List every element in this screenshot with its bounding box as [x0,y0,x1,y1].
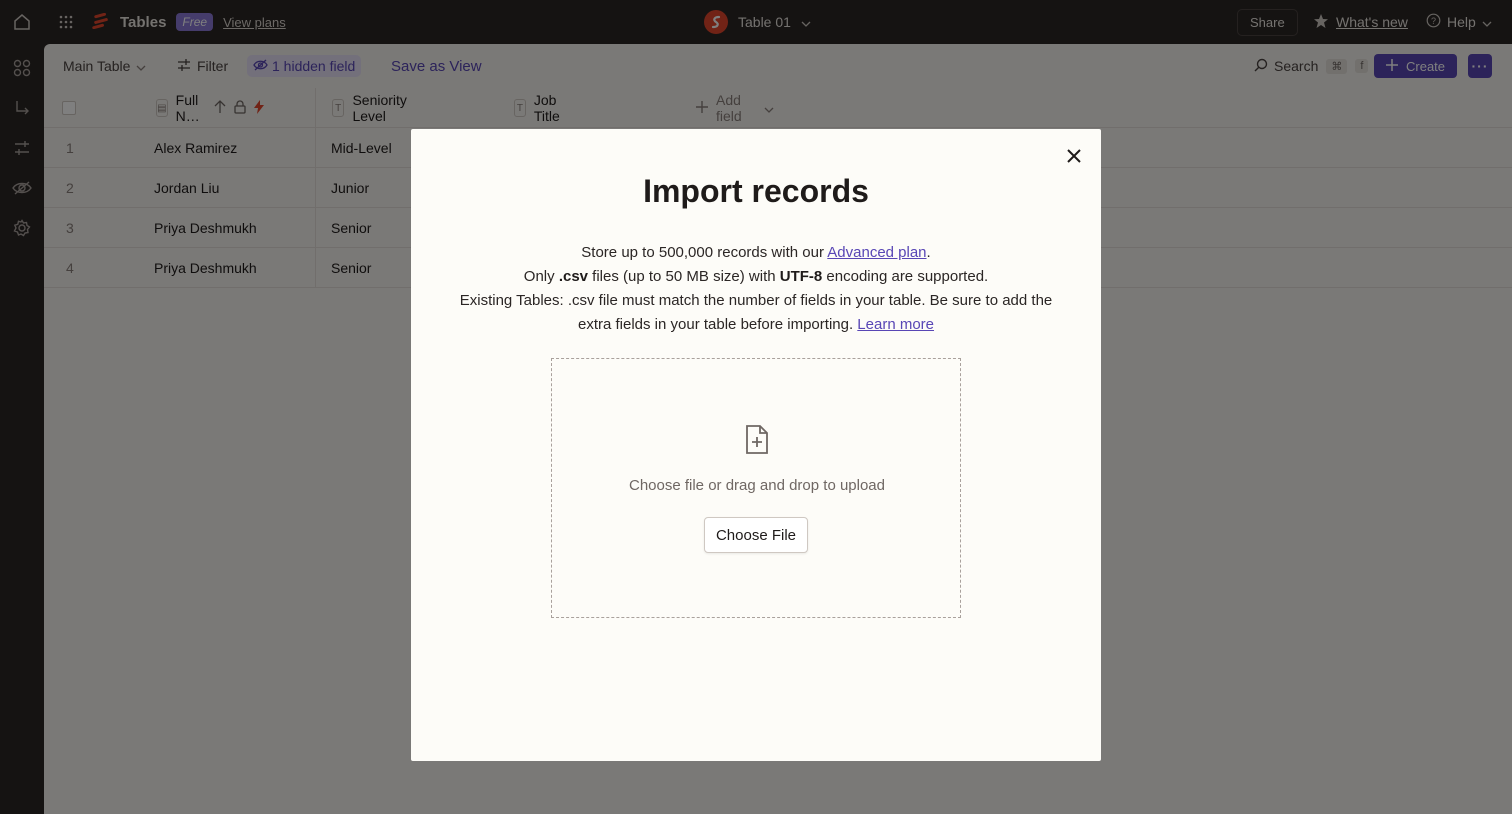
file-dropzone[interactable]: Choose file or drag and drop to upload C… [551,358,961,618]
description-text: Only [523,268,559,285]
import-records-dialog: Import records Store up to 500,000 recor… [411,129,1101,761]
description-text: Existing Tables: .csv file must match th… [459,292,1053,333]
encoding-text: UTF-8 [779,268,823,285]
description-text: encoding are supported. [822,268,989,285]
csv-format-text: .csv [558,268,589,285]
file-add-icon [742,423,772,457]
description-text: Store up to 500,000 records with our [581,244,828,261]
description-text: . [926,244,931,261]
advanced-plan-link[interactable]: Advanced plan [827,244,926,261]
dropzone-instructions: Choose file or drag and drop to upload [628,477,885,494]
dialog-title: Import records [643,173,869,209]
choose-file-button[interactable]: Choose File [704,517,808,553]
learn-more-link[interactable]: Learn more [857,316,934,333]
description-text: files (up to 50 MB size) with [588,268,780,285]
dialog-description: Store up to 500,000 records with our Adv… [451,241,1061,337]
close-icon[interactable] [1063,145,1085,167]
